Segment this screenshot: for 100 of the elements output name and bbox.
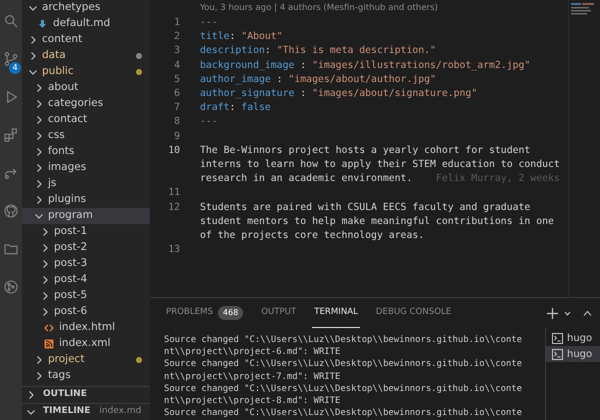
item-label: index.xml xyxy=(59,336,110,352)
tree-item[interactable]: about xyxy=(22,80,150,96)
item-label: css xyxy=(48,128,65,144)
item-label: tags xyxy=(48,368,71,384)
item-label: program xyxy=(48,208,93,224)
item-label: categories xyxy=(48,96,104,112)
tree-item[interactable]: css xyxy=(22,128,150,144)
code-text: student mentors to help make meaningful contributions in one xyxy=(200,214,554,229)
tree-item[interactable]: program xyxy=(22,208,150,224)
tree-item[interactable]: tags xyxy=(22,368,150,384)
tree-item[interactable]: post-1 xyxy=(22,224,150,240)
item-label: project xyxy=(48,352,84,368)
markdown-file-icon xyxy=(39,20,46,28)
chevron-down-icon[interactable] xyxy=(564,310,571,316)
terminal-output: Source changed "C:\\Users\\Luz\\Desktop\\bewinnors.github.io\\content\\project\\project-7.md": WRITE xyxy=(164,358,522,383)
string-literal: "images/about/signature.png" xyxy=(312,88,478,100)
tree-item[interactable]: post-3 xyxy=(22,256,150,272)
code-text: research in an academic environment. xyxy=(200,172,412,186)
section-detail: index.md xyxy=(99,405,142,418)
tree-item[interactable]: data xyxy=(22,48,150,64)
terminal-icon xyxy=(552,332,563,344)
line-number: 3 xyxy=(173,44,180,58)
string-literal: "images/about/author.jpg" xyxy=(288,74,436,85)
item-label: fonts xyxy=(48,144,74,160)
line-number: 11 xyxy=(167,186,180,200)
yaml-key: draft xyxy=(200,102,230,114)
extensions-icon[interactable] xyxy=(3,127,19,143)
tree-item[interactable]: post-6 xyxy=(22,304,150,320)
code-text: : xyxy=(264,45,272,56)
tree-item[interactable]: default.md xyxy=(22,16,150,32)
line-number: 13 xyxy=(167,243,180,258)
tree-item[interactable]: index.xml xyxy=(22,336,150,352)
terminal-item[interactable]: hugo xyxy=(546,346,600,362)
git-status-dot xyxy=(136,357,142,363)
line-number: 5 xyxy=(173,72,180,87)
yaml-key: title xyxy=(200,31,230,42)
panel-tab[interactable]: TERMINAL xyxy=(312,298,360,328)
code-text: : xyxy=(299,88,308,100)
chevron-up-icon[interactable] xyxy=(583,310,592,316)
tree-item[interactable]: plugins xyxy=(22,192,150,208)
git-status-dot xyxy=(136,69,142,75)
terminal-label: hugo xyxy=(567,348,592,362)
line-number: 7 xyxy=(173,101,180,116)
item-label: default.md xyxy=(53,16,110,32)
tree-item[interactable]: images xyxy=(22,160,150,176)
tree-item[interactable]: project xyxy=(22,352,150,368)
section-title: TIMELINE xyxy=(43,405,90,418)
add-icon[interactable] xyxy=(547,308,558,318)
github-icon[interactable] xyxy=(3,203,19,219)
terminal-label: hugo xyxy=(567,332,592,346)
tree-item[interactable]: index.html xyxy=(22,320,150,336)
yaml-key: description xyxy=(200,45,265,56)
terminal-output: Source changed "C:\\Users\\Luz\\Desktop\\bewinnors.github.io\\content\\project\\project-8.md": WRITE xyxy=(164,382,522,408)
panel-tab[interactable]: DEBUG CONSOLE xyxy=(374,298,454,328)
panel-tab[interactable]: OUTPUT xyxy=(259,298,298,328)
item-label: post-1 xyxy=(54,224,88,240)
code-text: : xyxy=(299,60,308,71)
tree-item[interactable]: post-5 xyxy=(22,288,150,304)
item-label: about xyxy=(48,80,78,96)
line-number: 1 xyxy=(173,16,180,30)
tree-item[interactable]: post-4 xyxy=(22,272,150,288)
tree-item[interactable]: categories xyxy=(22,96,150,112)
string-literal: "images/illustrations/robot_arm2.jpg" xyxy=(312,60,530,71)
item-label: contact xyxy=(48,112,88,128)
code-text: Students are paired with CSULA EECS faculty and graduate xyxy=(200,200,530,215)
tree-item[interactable]: post-2 xyxy=(22,240,150,256)
code-text: The Be-Winnors project hosts a yearly cohort for student xyxy=(200,144,530,158)
blame-annotation[interactable]: You, 3 hours ago | 4 authors (Mesfin-github and others) xyxy=(150,0,568,16)
tree-item[interactable]: contact xyxy=(22,112,150,128)
front-matter-delimiter: --- xyxy=(200,17,218,28)
minimap-drawing[interactable] xyxy=(571,3,597,17)
line-number: 6 xyxy=(173,87,180,102)
terminal-output: Source changed "C:\\Users\\Luz\\Desktop\\bewinnors.github.io\\content\\project\\project-6.md": WRITE xyxy=(164,334,522,358)
git-graph-icon[interactable] xyxy=(3,279,19,295)
panel-tab[interactable]: PROBLEMS 468 xyxy=(164,298,246,328)
tree-item[interactable]: public xyxy=(22,64,150,80)
tree-item[interactable]: js xyxy=(22,176,150,192)
code-text: interns to learn how to apply their STEM education to conduct xyxy=(200,158,560,172)
yaml-key: author_signature xyxy=(200,88,294,100)
front-matter-delimiter: --- xyxy=(200,116,218,128)
line-number: 12 xyxy=(167,200,180,215)
terminal-icon xyxy=(552,348,563,360)
item-label: archetypes xyxy=(42,0,100,16)
search-icon[interactable] xyxy=(3,13,19,29)
section-title: OUTLINE xyxy=(43,388,87,402)
item-label: index.html xyxy=(59,320,115,336)
item-label: post-3 xyxy=(54,256,88,272)
line-number: 2 xyxy=(173,30,180,44)
count-badge: 468 xyxy=(218,306,244,320)
tree-item[interactable]: content xyxy=(22,32,150,48)
tree-item[interactable]: archetypes xyxy=(22,0,150,16)
rss-file-icon xyxy=(44,339,54,349)
item-label: post-4 xyxy=(54,272,88,288)
terminal-item[interactable]: hugo xyxy=(546,330,600,346)
yaml-key: author_image xyxy=(200,74,271,85)
code-text: : xyxy=(276,74,284,85)
line-number: 8 xyxy=(173,115,180,130)
string-literal: "About" xyxy=(241,31,283,42)
tree-item[interactable]: fonts xyxy=(22,144,150,160)
line-number: 10 xyxy=(167,144,180,158)
